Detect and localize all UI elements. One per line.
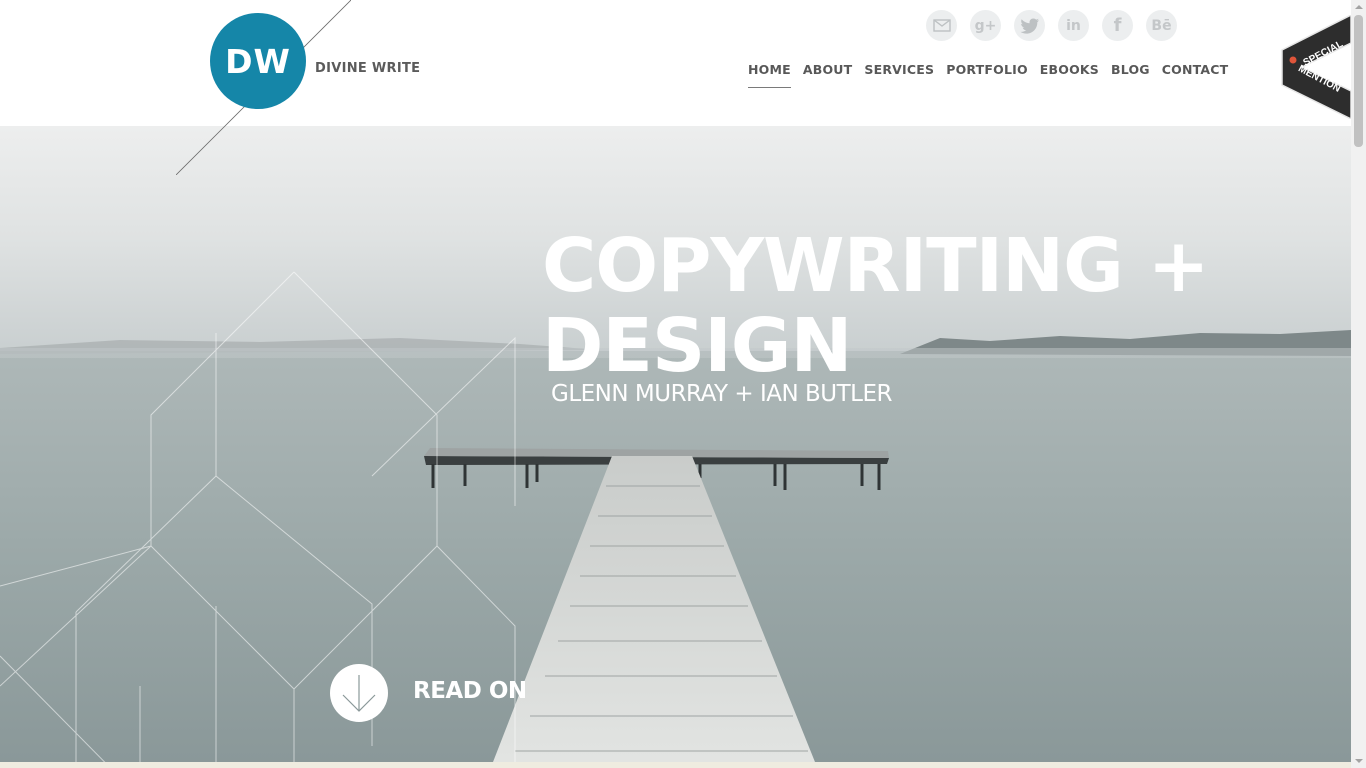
- page-bottom-strip: [0, 762, 1351, 768]
- brand-name[interactable]: DIVINE WRITE: [315, 61, 420, 76]
- social-links: g+ in f Bē: [926, 10, 1177, 41]
- linkedin-label: in: [1066, 17, 1081, 34]
- read-on-label[interactable]: READ ON: [413, 678, 527, 704]
- nav-item-portfolio[interactable]: PORTFOLIO: [946, 62, 1028, 87]
- arrow-down-icon: [342, 675, 376, 712]
- facebook-label: f: [1113, 15, 1122, 36]
- behance-label: Bē: [1151, 17, 1172, 34]
- facebook-icon[interactable]: f: [1102, 10, 1133, 41]
- nav-item-ebooks[interactable]: EBOOKS: [1040, 62, 1099, 87]
- nav-item-home[interactable]: HOME: [748, 62, 791, 88]
- nav-item-about[interactable]: ABOUT: [803, 62, 853, 87]
- hero-background-image: [0, 126, 1351, 762]
- nav-item-services[interactable]: SERVICES: [864, 62, 934, 87]
- nav-item-contact[interactable]: CONTACT: [1162, 62, 1229, 87]
- logo-initials: DW: [225, 41, 291, 81]
- ribbon-badge-icon: [1289, 56, 1297, 64]
- hero-title: COPYWRITING + DESIGN: [542, 223, 1210, 389]
- hero-title-line1: COPYWRITING +: [542, 223, 1210, 309]
- linkedin-icon[interactable]: in: [1058, 10, 1089, 41]
- nav-item-blog[interactable]: BLOG: [1111, 62, 1150, 87]
- page-scrollbar[interactable]: [1351, 0, 1366, 768]
- read-on-button[interactable]: [330, 664, 388, 722]
- logo-badge[interactable]: DW: [210, 13, 306, 109]
- hero-subtitle: GLENN MURRAY + IAN BUTLER: [551, 381, 893, 407]
- email-icon[interactable]: [926, 10, 957, 41]
- scroll-up-arrow-icon[interactable]: [1355, 5, 1363, 9]
- site-header: DW DIVINE WRITE g+ in f Bē HOME ABOUT SE…: [0, 0, 1351, 175]
- hero-title-line2: DESIGN: [542, 303, 852, 389]
- scroll-down-arrow-icon[interactable]: [1355, 759, 1363, 763]
- behance-icon[interactable]: Bē: [1146, 10, 1177, 41]
- google-plus-icon[interactable]: g+: [970, 10, 1001, 41]
- twitter-icon[interactable]: [1014, 10, 1045, 41]
- scroll-thumb[interactable]: [1354, 15, 1363, 147]
- google-plus-label: g+: [974, 17, 997, 34]
- special-mention-ribbon[interactable]: SPECIAL MENTION: [1280, 15, 1351, 119]
- hero-section: COPYWRITING + DESIGN GLENN MURRAY + IAN …: [0, 126, 1351, 762]
- main-nav: HOME ABOUT SERVICES PORTFOLIO EBOOKS BLO…: [748, 62, 1229, 88]
